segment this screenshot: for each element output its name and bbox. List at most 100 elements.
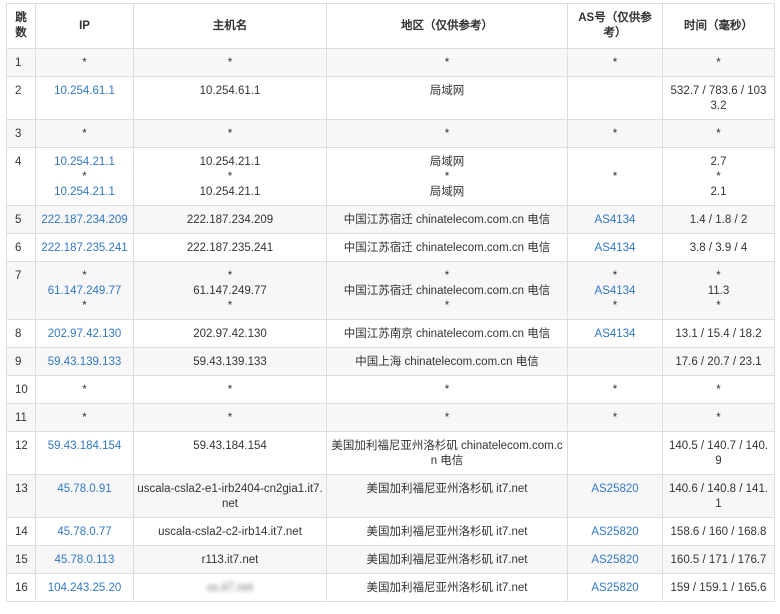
region-cell: 局域网 bbox=[326, 76, 568, 120]
hop-cell: 15 bbox=[6, 545, 36, 574]
ip-link[interactable]: 45.78.0.77 bbox=[39, 525, 130, 540]
asn-link[interactable]: AS4134 bbox=[571, 213, 659, 228]
asn-link[interactable]: AS25820 bbox=[571, 553, 659, 568]
hostname-text: 10.254.21.1 bbox=[199, 156, 261, 168]
table-row: 6 222.187.235.241 222.187.235.241 中国江苏宿迁 ch… bbox=[6, 233, 775, 262]
hostname-text: uscala-csla2-c2-irb14.it7.net bbox=[158, 526, 302, 538]
ip-cell: * bbox=[35, 375, 134, 404]
asn-cell: * AS4134 * bbox=[567, 261, 663, 320]
ip-text: * bbox=[82, 270, 87, 282]
hostname-text: * bbox=[227, 384, 233, 396]
ip-link[interactable]: 10.254.21.1 bbox=[39, 185, 130, 200]
region-cell: * bbox=[326, 48, 568, 77]
hostname-cell: 10.254.61.1 bbox=[133, 76, 327, 120]
time-text: 2.7 bbox=[710, 156, 727, 168]
asn-cell: * bbox=[567, 119, 663, 148]
hostname-cell: 222.187.234.209 bbox=[133, 205, 327, 234]
table-row: 9 59.43.139.133 59.43.139.133 中国上海 chinatel… bbox=[6, 347, 775, 376]
asn-cell bbox=[567, 76, 663, 120]
ip-link[interactable]: 59.43.184.154 bbox=[39, 439, 130, 454]
time-cell: 532.7 / 783.6 / 1033.2 bbox=[662, 76, 775, 120]
hop-cell: 2 bbox=[6, 76, 36, 120]
time-cell: * 11.3 * bbox=[662, 261, 775, 320]
header-region: 地区（仅供参考） bbox=[326, 3, 568, 49]
hostname-text: * bbox=[227, 270, 233, 282]
time-cell: 13.1 / 15.4 / 18.2 bbox=[662, 319, 775, 348]
ip-link[interactable]: 45.78.0.113 bbox=[39, 553, 130, 568]
table-row: 1 * * * * * bbox=[6, 48, 775, 77]
asn-cell: * bbox=[567, 147, 663, 206]
hostname-text: r113.it7.net bbox=[201, 554, 259, 566]
ip-text: * bbox=[82, 128, 87, 140]
hostname-cell: r113.it7.net bbox=[133, 545, 327, 574]
table-header-row: 跳数 IP 主机名 地区（仅供参考） AS号（仅供参考） 时间（毫秒） bbox=[6, 3, 775, 49]
table-row: 7 * 61.147.249.77 * * 61.147.249.77 * * 中国江苏宿迁 c… bbox=[6, 261, 775, 320]
asn-cell: AS25820 bbox=[567, 573, 663, 602]
asn-link[interactable]: AS4134 bbox=[571, 284, 659, 299]
time-text: * bbox=[716, 128, 721, 140]
ip-cell: * bbox=[35, 403, 134, 432]
asn-link[interactable]: AS25820 bbox=[571, 525, 659, 540]
time-text: * bbox=[716, 412, 721, 424]
time-cell: * bbox=[662, 119, 775, 148]
time-cell: * bbox=[662, 48, 775, 77]
hostname-cell: 222.187.235.241 bbox=[133, 233, 327, 262]
ip-link[interactable]: 10.254.61.1 bbox=[39, 84, 130, 99]
table-row: 10 * * * * * bbox=[6, 375, 775, 404]
region-cell: 美国加利福尼亚州洛杉矶 chinatelecom.com.cn 电信 bbox=[326, 431, 568, 475]
table-row: 13 45.78.0.91 uscala-csla2-e1-irb2404-cn2g… bbox=[6, 474, 775, 518]
table-row: 4 10.254.21.1 * 10.254.21.1 10.254.21.1 * 10.2… bbox=[6, 147, 775, 206]
hop-cell: 6 bbox=[6, 233, 36, 262]
ip-link[interactable]: 222.187.235.241 bbox=[39, 241, 130, 256]
time-cell: 160.5 / 171 / 176.7 bbox=[662, 545, 775, 574]
time-text: 532.7 / 783.6 / 1033.2 bbox=[670, 85, 767, 112]
ip-cell: 45.78.0.77 bbox=[35, 517, 134, 546]
hostname-cell: 202.97.42.130 bbox=[133, 319, 327, 348]
table-row: 3 * * * * * bbox=[6, 119, 775, 148]
hostname-cell: 59.43.184.154 bbox=[133, 431, 327, 475]
region-cell: 局域网 * 局域网 bbox=[326, 147, 568, 206]
hostname-text: 10.254.21.1 bbox=[199, 186, 261, 198]
ip-text: * bbox=[82, 171, 87, 183]
asn-text: * bbox=[612, 57, 618, 69]
region-cell: * bbox=[326, 375, 568, 404]
asn-text: * bbox=[612, 128, 618, 140]
hop-cell: 1 bbox=[6, 48, 36, 77]
asn-text bbox=[571, 155, 659, 170]
asn-link[interactable]: AS25820 bbox=[571, 581, 659, 596]
asn-text: * bbox=[612, 300, 618, 312]
ip-text: * bbox=[82, 300, 87, 312]
ip-link[interactable]: 104.243.25.20 bbox=[39, 581, 130, 596]
ip-link[interactable]: 222.187.234.209 bbox=[39, 213, 130, 228]
asn-cell: * bbox=[567, 375, 663, 404]
region-text: 中国江苏宿迁 chinatelecom.com.cn 电信 bbox=[343, 214, 551, 226]
time-cell: 140.6 / 140.8 / 141.1 bbox=[662, 474, 775, 518]
asn-link[interactable]: AS4134 bbox=[571, 327, 659, 342]
hostname-cell: * bbox=[133, 403, 327, 432]
region-cell: 美国加利福尼亚州洛杉矶 it7.net bbox=[326, 474, 568, 518]
hop-cell: 13 bbox=[6, 474, 36, 518]
hostname-cell: uscala-csla2-c2-irb14.it7.net bbox=[133, 517, 327, 546]
ip-link[interactable]: 61.147.249.77 bbox=[39, 284, 130, 299]
table-row: 2 10.254.61.1 10.254.61.1 局域网 532.7 / 783.6… bbox=[6, 76, 775, 120]
time-cell: 17.6 / 20.7 / 23.1 bbox=[662, 347, 775, 376]
ip-link[interactable]: 45.78.0.91 bbox=[39, 482, 130, 497]
hostname-text: * bbox=[227, 300, 233, 312]
ip-link[interactable]: 59.43.139.133 bbox=[39, 355, 130, 370]
hostname-text: uscala-csla2-e1-irb2404-cn2gia1.it7.net bbox=[137, 483, 323, 510]
asn-text: * bbox=[612, 171, 618, 183]
region-text: 美国加利福尼亚州洛杉矶 chinatelecom.com.cn 电信 bbox=[331, 440, 563, 467]
asn-link[interactable]: AS25820 bbox=[571, 482, 659, 497]
ip-cell: 59.43.184.154 bbox=[35, 431, 134, 475]
region-cell: 美国加利福尼亚州洛杉矶 it7.net bbox=[326, 573, 568, 602]
ip-link[interactable]: 10.254.21.1 bbox=[39, 155, 130, 170]
ip-cell: 10.254.21.1 * 10.254.21.1 bbox=[35, 147, 134, 206]
ip-link[interactable]: 202.97.42.130 bbox=[39, 327, 130, 342]
asn-cell bbox=[567, 431, 663, 475]
hostname-text: 59.43.184.154 bbox=[193, 440, 267, 452]
asn-link[interactable]: AS4134 bbox=[571, 241, 659, 256]
asn-text bbox=[571, 84, 659, 99]
hop-cell: 9 bbox=[6, 347, 36, 376]
hostname-cell: 59.43.139.133 bbox=[133, 347, 327, 376]
hostname-cell: * bbox=[133, 119, 327, 148]
